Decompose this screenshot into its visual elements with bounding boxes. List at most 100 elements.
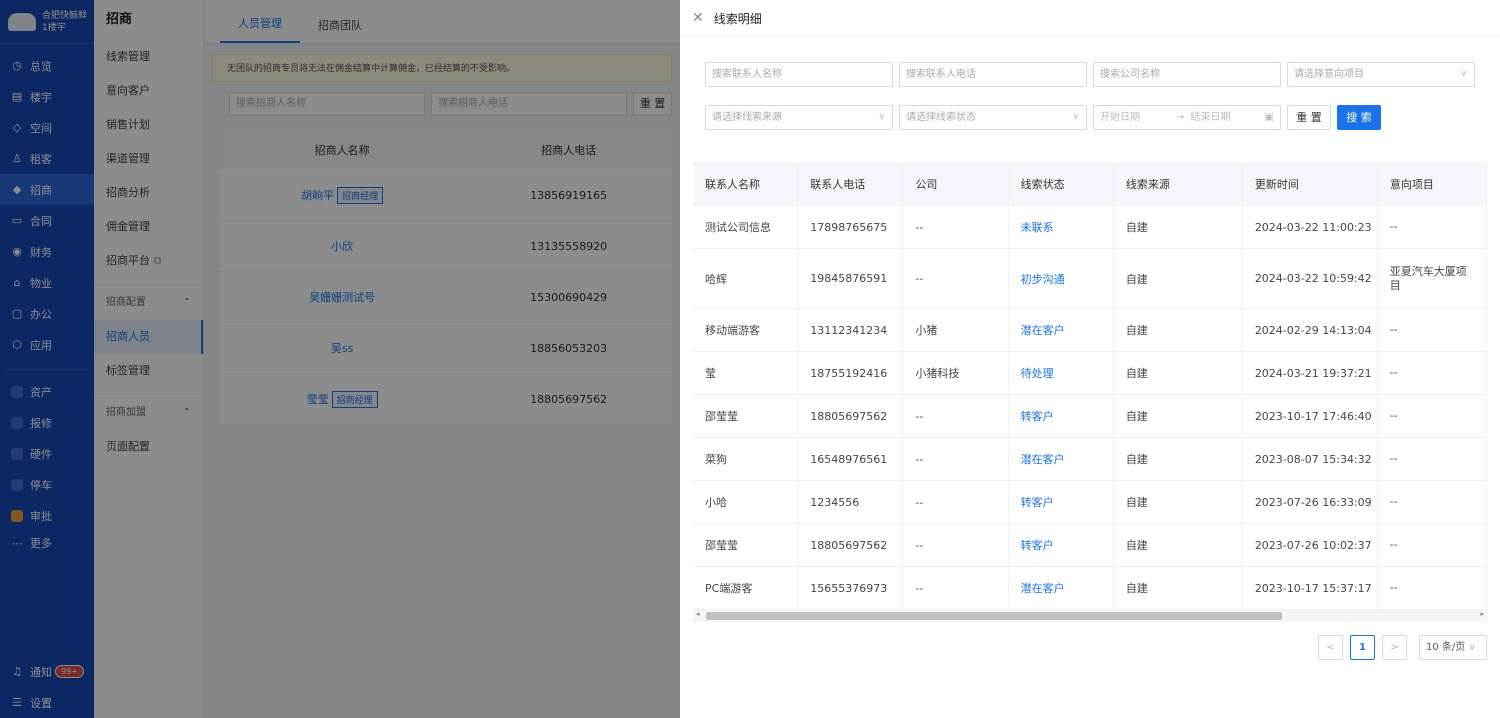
- lead-status[interactable]: 转客户: [1009, 481, 1114, 523]
- intended-project: --: [1378, 206, 1487, 248]
- column-header: 线索来源: [1114, 162, 1243, 206]
- contact-name: 邵莹莹: [693, 395, 799, 437]
- contact-name: 菜狗: [693, 438, 799, 480]
- lead-status[interactable]: 潜在客户: [1009, 309, 1114, 351]
- lead-source: 自建: [1114, 481, 1243, 523]
- update-time: 2024-02-29 14:13:04: [1243, 309, 1378, 351]
- end-date[interactable]: 结束日期: [1190, 106, 1260, 129]
- start-date[interactable]: 开始日期: [1100, 106, 1170, 129]
- lead-source: 自建: [1114, 438, 1243, 480]
- contact-name: 哈辉: [693, 249, 799, 308]
- horizontal-scrollbar[interactable]: ◂ ▸: [693, 610, 1487, 622]
- company: --: [903, 395, 1009, 437]
- chevron-down-icon: ∨: [878, 112, 885, 122]
- lead-status[interactable]: 潜在客户: [1009, 438, 1114, 480]
- contact-phone: 18755192416: [798, 352, 904, 394]
- page-number[interactable]: 1: [1350, 635, 1375, 660]
- update-time: 2024-03-22 10:59:42: [1243, 249, 1378, 308]
- contact-phone: 18805697562: [798, 524, 904, 566]
- update-time: 2024-03-22 11:00:23: [1243, 206, 1378, 248]
- column-header: 意向项目: [1378, 162, 1487, 206]
- contact-phone: 1234556: [798, 481, 904, 523]
- table-row[interactable]: 菜狗 16548976561 -- 潜在客户 自建 2023-08-07 15:34:32…: [693, 438, 1487, 481]
- update-time: 2023-07-26 10:02:37: [1243, 524, 1378, 566]
- contact-phone-input[interactable]: 搜索联系人电话: [899, 62, 1087, 87]
- lead-status[interactable]: 潜在客户: [1009, 567, 1114, 609]
- drawer-header: ✕ 线索明细: [680, 0, 1500, 37]
- company: --: [903, 481, 1009, 523]
- contact-phone: 13112341234: [798, 309, 904, 351]
- intended-project: --: [1378, 309, 1487, 351]
- intended-project: --: [1378, 524, 1487, 566]
- arrow-right-icon: →: [1176, 112, 1185, 123]
- column-header: 联系人名称: [693, 162, 799, 206]
- source-select[interactable]: 请选择线索来源 ∨: [705, 105, 893, 130]
- prev-page-button[interactable]: <: [1318, 635, 1343, 660]
- close-icon[interactable]: ✕: [692, 10, 704, 26]
- column-header: 更新时间: [1243, 162, 1378, 206]
- intended-project: --: [1378, 567, 1487, 609]
- lead-source: 自建: [1114, 352, 1243, 394]
- contact-name: 测试公司信息: [693, 206, 799, 248]
- select-placeholder: 请选择线索来源: [712, 112, 782, 123]
- contact-phone: 18805697562: [798, 395, 904, 437]
- scroll-left-icon[interactable]: ◂: [696, 610, 700, 618]
- table-row[interactable]: 哈辉 19845876591 -- 初步沟通 自建 2024-03-22 10:59:42…: [693, 249, 1487, 309]
- column-header: 公司: [903, 162, 1009, 206]
- scroll-thumb[interactable]: [706, 612, 1282, 620]
- modal-overlay[interactable]: [0, 0, 680, 718]
- select-placeholder: 请选择线索状态: [906, 112, 976, 123]
- table-row[interactable]: 邵莹莹 18805697562 -- 转客户 自建 2023-07-26 10:02:37…: [693, 524, 1487, 567]
- company-input[interactable]: 搜索公司名称: [1093, 62, 1281, 87]
- table-header: 联系人名称 联系人电话 公司 线索状态 线索来源 更新时间 意向项目: [693, 162, 1487, 206]
- lead-source: 自建: [1114, 567, 1243, 609]
- lead-status[interactable]: 初步沟通: [1009, 249, 1114, 308]
- lead-source: 自建: [1114, 309, 1243, 351]
- table-row[interactable]: PC端游客 15655376973 -- 潜在客户 自建 2023-10-17 15:37…: [693, 567, 1487, 610]
- lead-table: 联系人名称 联系人电话 公司 线索状态 线索来源 更新时间 意向项目 测试公司信…: [693, 162, 1487, 610]
- contact-name: 小哈: [693, 481, 799, 523]
- table-row[interactable]: 莹 18755192416 小猪科技 待处理 自建 2024-03-21 19:37:21…: [693, 352, 1487, 395]
- contact-name: 移动端游客: [693, 309, 799, 351]
- table-row[interactable]: 邵莹莹 18805697562 -- 转客户 自建 2023-10-17 17:46:40…: [693, 395, 1487, 438]
- status-select[interactable]: 请选择线索状态 ∨: [899, 105, 1087, 130]
- contact-name-input[interactable]: 搜索联系人名称: [705, 62, 893, 87]
- update-time: 2023-10-17 17:46:40: [1243, 395, 1378, 437]
- contact-phone: 19845876591: [798, 249, 904, 308]
- lead-source: 自建: [1114, 249, 1243, 308]
- lead-status[interactable]: 未联系: [1009, 206, 1114, 248]
- company: --: [903, 567, 1009, 609]
- pagination: < 1 > 10 条/页 ∨: [1318, 635, 1487, 660]
- intended-project: --: [1378, 395, 1487, 437]
- select-placeholder: 请选择意向项目: [1294, 69, 1364, 80]
- chevron-down-icon: ∨: [1072, 112, 1079, 122]
- lead-status[interactable]: 待处理: [1009, 352, 1114, 394]
- lead-status[interactable]: 转客户: [1009, 524, 1114, 566]
- filter-row-1: 搜索联系人名称 搜索联系人电话 搜索公司名称 请选择意向项目 ∨: [705, 62, 1475, 87]
- lead-status[interactable]: 转客户: [1009, 395, 1114, 437]
- chevron-down-icon: ∨: [1468, 642, 1476, 653]
- contact-phone: 17898765675: [798, 206, 904, 248]
- next-page-button[interactable]: >: [1382, 635, 1407, 660]
- table-row[interactable]: 移动端游客 13112341234 小猪 潜在客户 自建 2024-02-29 14:13…: [693, 309, 1487, 352]
- update-time: 2024-03-21 19:37:21: [1243, 352, 1378, 394]
- lead-source: 自建: [1114, 206, 1243, 248]
- table-row[interactable]: 测试公司信息 17898765675 -- 未联系 自建 2024-03-22 11:00…: [693, 206, 1487, 249]
- update-time: 2023-08-07 15:34:32: [1243, 438, 1378, 480]
- contact-name: 邵莹莹: [693, 524, 799, 566]
- contact-phone: 15655376973: [798, 567, 904, 609]
- intended-project: --: [1378, 438, 1487, 480]
- contact-phone: 16548976561: [798, 438, 904, 480]
- filter-row-2: 请选择线索来源 ∨ 请选择线索状态 ∨ 开始日期 → 结束日期 ▣ 重 置 搜 索: [705, 105, 1381, 130]
- project-select[interactable]: 请选择意向项目 ∨: [1287, 62, 1475, 87]
- scroll-right-icon[interactable]: ▸: [1480, 610, 1484, 618]
- page-size-select[interactable]: 10 条/页 ∨: [1419, 635, 1487, 660]
- lead-source: 自建: [1114, 524, 1243, 566]
- search-button[interactable]: 搜 索: [1337, 105, 1381, 130]
- page-size-value: 10 条/页: [1426, 642, 1466, 653]
- date-range-picker[interactable]: 开始日期 → 结束日期 ▣: [1093, 105, 1281, 130]
- contact-name: 莹: [693, 352, 799, 394]
- reset-button[interactable]: 重 置: [1287, 105, 1331, 130]
- table-row[interactable]: 小哈 1234556 -- 转客户 自建 2023-07-26 16:33:09 --: [693, 481, 1487, 524]
- drawer-title: 线索明细: [713, 11, 762, 26]
